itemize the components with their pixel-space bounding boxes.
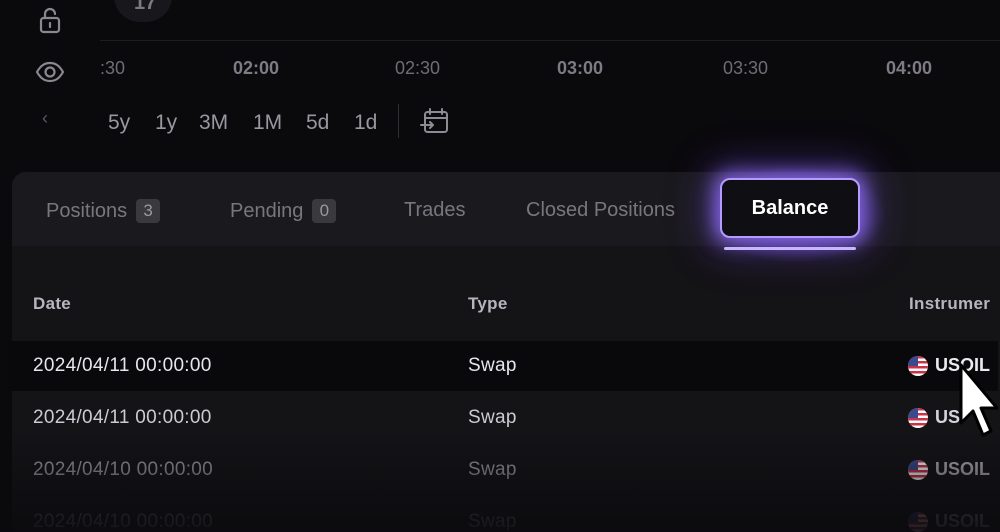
type-cell: Swap — [468, 355, 517, 376]
type-cell: Swap — [468, 511, 517, 532]
column-header-type[interactable]: Type — [468, 294, 508, 314]
us-flag-icon — [908, 512, 928, 532]
time-range-bar: ‹ 5y 1y 3M 1M 5d 1d — [0, 100, 1000, 146]
count-badge: 0 — [312, 199, 337, 223]
range-1m-button[interactable]: 1M — [253, 111, 282, 135]
range-5y-button[interactable]: 5y — [108, 111, 130, 135]
date-cell: 2024/04/10 00:00:00 — [33, 511, 214, 532]
date-cell: 2024/04/11 00:00:00 — [33, 407, 212, 428]
range-1y-button[interactable]: 1y — [155, 111, 177, 135]
tab-positions[interactable]: Positions 3 — [46, 199, 161, 223]
tab-closed-positions[interactable]: Closed Positions — [526, 199, 675, 222]
time-tick: 02:00 — [233, 58, 280, 78]
chevron-left-icon[interactable]: ‹ — [42, 108, 58, 132]
date-cell: 2024/04/10 00:00:00 — [33, 459, 214, 480]
time-tick: :30 — [100, 58, 126, 78]
table-row[interactable]: 2024/04/10 00:00:00 Swap USOIL — [8, 445, 998, 495]
range-5d-button[interactable]: 5d — [306, 111, 329, 135]
tab-balance[interactable]: Balance — [720, 178, 860, 238]
type-cell: Swap — [468, 407, 517, 428]
instrument-cell: USOIL — [935, 511, 991, 531]
range-1d-button[interactable]: 1d — [354, 111, 377, 135]
chart-divider — [100, 40, 1000, 41]
lock-icon[interactable] — [34, 4, 66, 36]
column-header-instrument[interactable]: Instrumer — [909, 294, 990, 314]
time-tick: 04:00 — [886, 58, 933, 78]
range-3m-button[interactable]: 3M — [199, 111, 228, 135]
date-cell: 2024/04/11 00:00:00 — [33, 355, 212, 376]
time-tick: 03:30 — [723, 58, 769, 78]
table-row[interactable]: 2024/04/11 00:00:00 Swap USOIL — [8, 341, 998, 391]
instrument-cell: USOIL — [935, 459, 991, 479]
column-header-date[interactable]: Date — [33, 294, 71, 314]
time-tick: 02:30 — [395, 58, 441, 78]
logo-badge: 17 — [114, 0, 172, 22]
count-badge: 3 — [136, 199, 161, 223]
us-flag-icon — [908, 408, 928, 428]
us-flag-icon — [908, 460, 928, 480]
trading-screen: 17 :30 02:00 02:30 03:00 03:30 04:00 ‹ 5… — [0, 0, 1000, 532]
tab-trades[interactable]: Trades — [404, 199, 466, 222]
tab-label: Pending — [230, 200, 304, 222]
calendar-range-icon[interactable] — [419, 105, 451, 137]
active-tab-underline — [724, 247, 856, 250]
tab-label: Balance — [751, 196, 829, 219]
us-flag-icon — [908, 356, 928, 376]
table-row[interactable]: 2024/04/10 00:00:00 Swap USOIL — [8, 497, 998, 532]
tab-label: Positions — [46, 200, 128, 222]
logo-glyph: 17 — [134, 0, 157, 14]
time-tick: 03:00 — [557, 58, 604, 78]
tab-pending[interactable]: Pending 0 — [230, 199, 337, 223]
table-row[interactable]: 2024/04/11 00:00:00 Swap US — [8, 393, 998, 443]
table-header: Date Type Instrumer — [12, 294, 1000, 322]
panel-tabs: Positions 3 Pending 0 Trades Closed Positi… — [12, 166, 1000, 262]
type-cell: Swap — [468, 459, 517, 480]
time-axis: :30 02:00 02:30 03:00 03:30 04:00 — [0, 58, 1000, 80]
range-divider — [398, 104, 399, 138]
mouse-cursor-icon — [957, 361, 1000, 453]
